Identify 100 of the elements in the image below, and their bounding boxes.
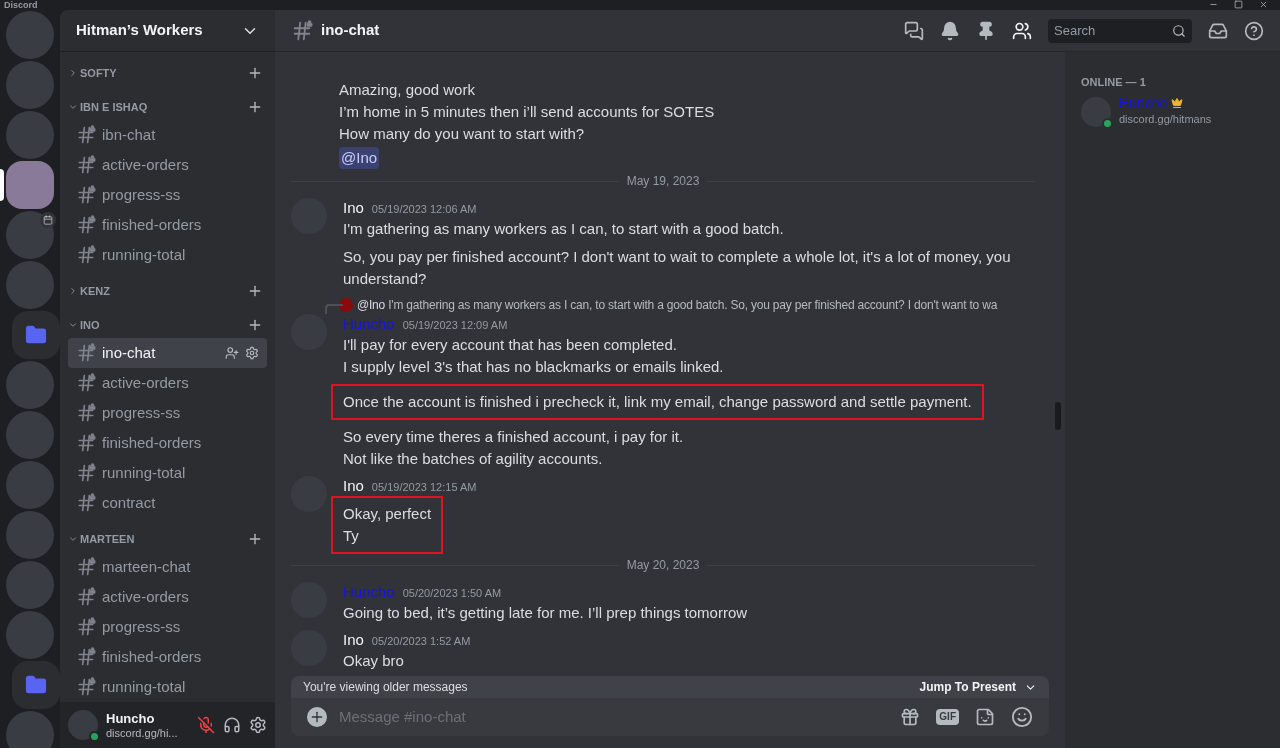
locked-channel-icon (76, 403, 96, 423)
server-folder[interactable] (12, 661, 60, 709)
server-name[interactable]: Hitman’s Workers (76, 19, 203, 42)
channel-item[interactable]: finished-orders (68, 210, 267, 240)
category-name[interactable]: KENZ (80, 282, 110, 299)
sticker-icon[interactable] (975, 707, 995, 727)
members-heading: ONLINE — 1 (1081, 75, 1147, 90)
channel-item[interactable]: finished-orders (68, 642, 267, 672)
timestamp: 05/19/2023 12:06 AM (371, 202, 477, 217)
category-name[interactable]: INO (80, 316, 100, 333)
channel-name: contract (102, 492, 157, 513)
timestamp: 05/19/2023 12:09 AM (402, 318, 508, 333)
scrollbar-thumb[interactable] (1055, 402, 1061, 430)
user-name: Huncho (106, 710, 156, 726)
message-text: So every time theres a finished account, i pay for it. (343, 427, 685, 447)
search-field[interactable]: Search (1048, 18, 1192, 43)
channel-item[interactable]: running-total (68, 672, 267, 702)
add-channel-icon[interactable] (247, 99, 263, 115)
channel-item[interactable]: progress-ss (68, 180, 267, 210)
jump-to-present-button[interactable]: Jump To Present (919, 678, 1037, 696)
members-icon[interactable] (1012, 20, 1032, 41)
author-name[interactable]: Ino (343, 198, 364, 218)
reply-avatar (339, 298, 353, 312)
category-name[interactable]: SOFTY (80, 64, 117, 81)
message-text: I supply level 3's that has no blackmarks or emails linked. (343, 357, 725, 377)
chevron-right-icon[interactable] (68, 285, 78, 296)
locked-channel-icon (76, 245, 96, 265)
pin-icon[interactable] (976, 20, 996, 41)
channel-item[interactable]: running-total (68, 240, 267, 270)
channel-item[interactable]: active-orders (68, 582, 267, 612)
channel-name: finished-orders (102, 214, 203, 235)
threads-icon[interactable] (904, 20, 924, 41)
date-divider: May 20, 2023 (626, 557, 700, 574)
author-name[interactable]: Ino (343, 630, 364, 650)
channel-item[interactable]: marteen-chat (68, 552, 267, 582)
channel-item[interactable]: ibn-chat (68, 120, 267, 150)
avatar[interactable] (68, 710, 98, 740)
member-item[interactable]: Huncho discord.gg/hitmans (1081, 94, 1264, 129)
channel-name: active-orders (102, 372, 190, 393)
message-text: Okay, perfect (343, 504, 432, 524)
server-icon[interactable] (6, 211, 54, 259)
locked-channel-icon (76, 493, 96, 513)
timestamp: 05/20/2023 1:52 AM (371, 634, 471, 649)
channel-item[interactable]: ino-chat (68, 338, 267, 368)
channel-item[interactable]: progress-ss (68, 612, 267, 642)
add-channel-icon[interactable] (247, 531, 263, 547)
headphones-icon[interactable] (223, 716, 241, 734)
channel-item[interactable]: contract (68, 488, 267, 518)
emoji-icon[interactable] (1011, 706, 1033, 728)
channel-name: progress-ss (102, 184, 182, 205)
channel-item[interactable]: finished-orders (68, 428, 267, 458)
close-icon[interactable] (1259, 0, 1268, 9)
gif-button[interactable]: GIF (936, 709, 959, 725)
author-name[interactable]: Ino (343, 476, 364, 496)
locked-channel-icon (76, 677, 96, 697)
mic-muted-icon[interactable] (197, 716, 215, 734)
locked-channel-icon (76, 647, 96, 667)
settings-icon[interactable] (249, 716, 267, 734)
locked-channel-icon (76, 215, 96, 235)
channel-title: ino-chat (321, 20, 380, 41)
channel-name: marteen-chat (102, 556, 192, 577)
locked-channel-icon (76, 433, 96, 453)
message-text: Going to bed, it’s getting late for me. I’ll prep things tomorrow (343, 603, 749, 623)
category-name[interactable]: IBN E ISHAQ (80, 98, 148, 115)
channel-name: ibn-chat (102, 124, 157, 145)
server-folder[interactable] (12, 311, 60, 359)
channel-name: active-orders (102, 586, 190, 607)
chevron-right-icon[interactable] (68, 67, 78, 78)
channel-item[interactable]: progress-ss (68, 398, 267, 428)
add-channel-icon[interactable] (247, 283, 263, 299)
add-channel-icon[interactable] (247, 317, 263, 333)
folder-icon (25, 324, 47, 346)
channel-name: active-orders (102, 154, 190, 175)
window-title: Discord (4, 0, 38, 10)
maximize-icon[interactable] (1234, 0, 1243, 9)
gift-icon[interactable] (900, 707, 921, 727)
older-messages-text: You're viewing older messages (303, 679, 468, 696)
add-channel-icon[interactable] (247, 65, 263, 81)
message-text: So, you pay per finished account? I don't want to wait to complete a whole lot, it's a lot of money, you understand? (343, 247, 1012, 289)
message-input[interactable]: Message #ino-chat GIF (291, 698, 1049, 736)
channel-item[interactable]: running-total (68, 458, 267, 488)
avatar[interactable] (1081, 96, 1111, 127)
channel-name: finished-orders (102, 432, 203, 453)
bell-icon[interactable] (940, 20, 960, 41)
channel-name: progress-ss (102, 402, 182, 423)
message-text: Once the account is finished i precheck it, link my email, change password and settle payment. (343, 392, 972, 412)
reply-preview[interactable]: @Ino I'm gathering as many workers as I can, to start with a good batch. So, you pay per finished account? I don't want to wa (357, 297, 998, 313)
invite-icon[interactable] (225, 346, 239, 360)
server-icon[interactable] (6, 161, 54, 209)
channel-name: finished-orders (102, 646, 203, 667)
settings-icon[interactable] (245, 346, 259, 360)
add-attachment-icon[interactable] (307, 707, 327, 727)
locked-channel-icon (291, 19, 313, 42)
locked-channel-icon (76, 587, 96, 607)
channel-name: ino-chat (102, 342, 157, 363)
category-name[interactable]: MARTEEN (80, 530, 135, 547)
mention[interactable]: @Ino (339, 147, 380, 169)
help-icon[interactable] (1244, 20, 1264, 41)
channel-item[interactable]: active-orders (68, 368, 267, 398)
channel-item[interactable]: active-orders (68, 150, 267, 180)
